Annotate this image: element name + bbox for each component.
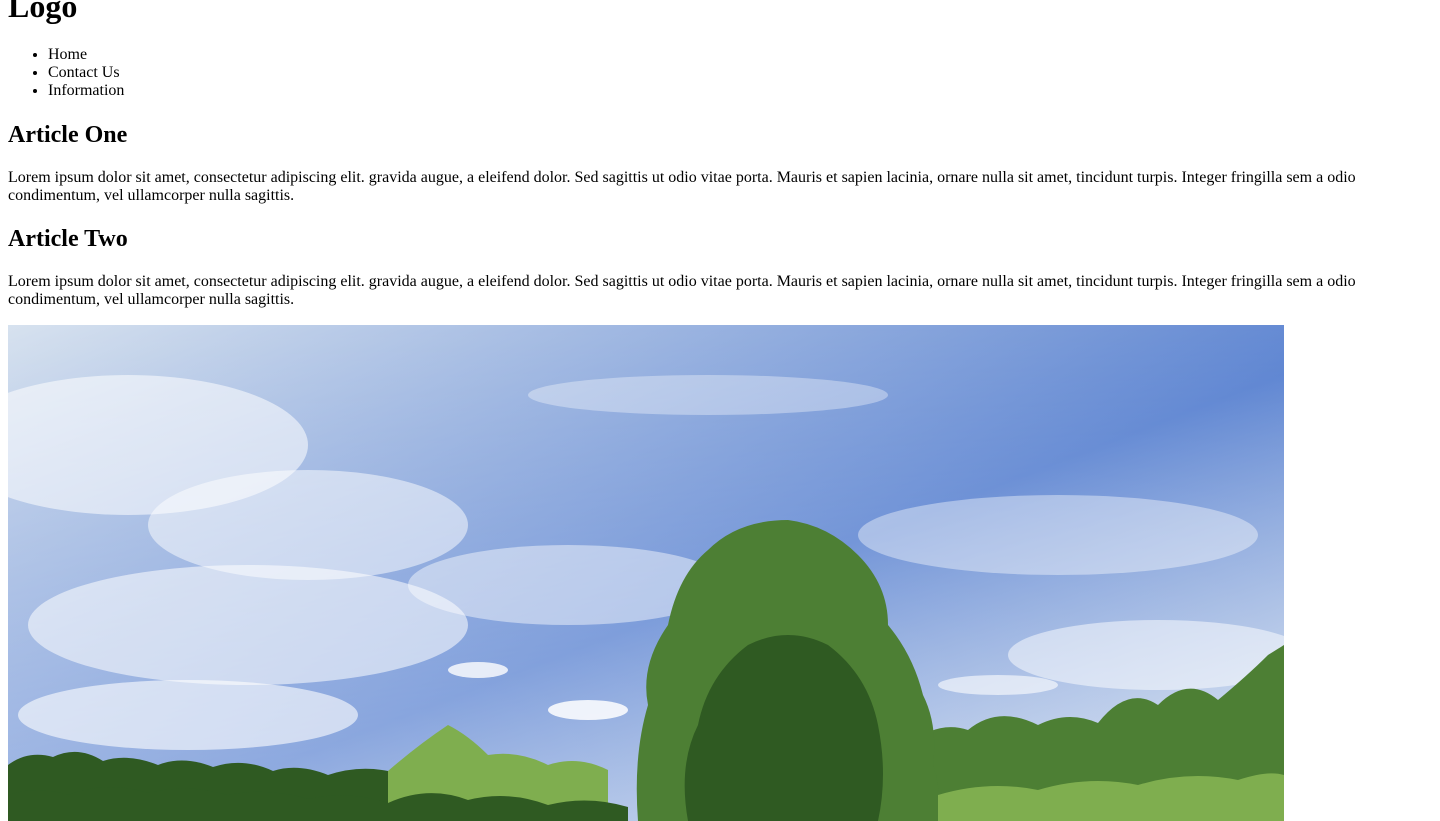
article-two-title: Article Two — [8, 226, 128, 252]
logo: Logo — [8, 0, 78, 24]
article-one-title: Article One — [8, 122, 128, 148]
nav-link-contact-us[interactable]: Contact Us — [48, 64, 120, 81]
article-two-body: Lorem ipsum dolor sit amet, consectetur … — [8, 273, 1356, 308]
landscape-photo-graphic — [8, 325, 1284, 821]
article-one-body: Lorem ipsum dolor sit amet, consectetur … — [8, 169, 1356, 204]
nav-link-home[interactable]: Home — [48, 46, 87, 63]
landscape-photo — [8, 325, 1284, 821]
nav-item-information: Information — [48, 82, 124, 100]
nav-link-information[interactable]: Information — [48, 82, 124, 99]
nav-item-contact-us: Contact Us — [48, 64, 124, 82]
nav-item-home: Home — [48, 46, 124, 64]
page: Logo Home Contact Us Information Article… — [0, 0, 1440, 821]
nav-list: Home Contact Us Information — [8, 46, 124, 100]
